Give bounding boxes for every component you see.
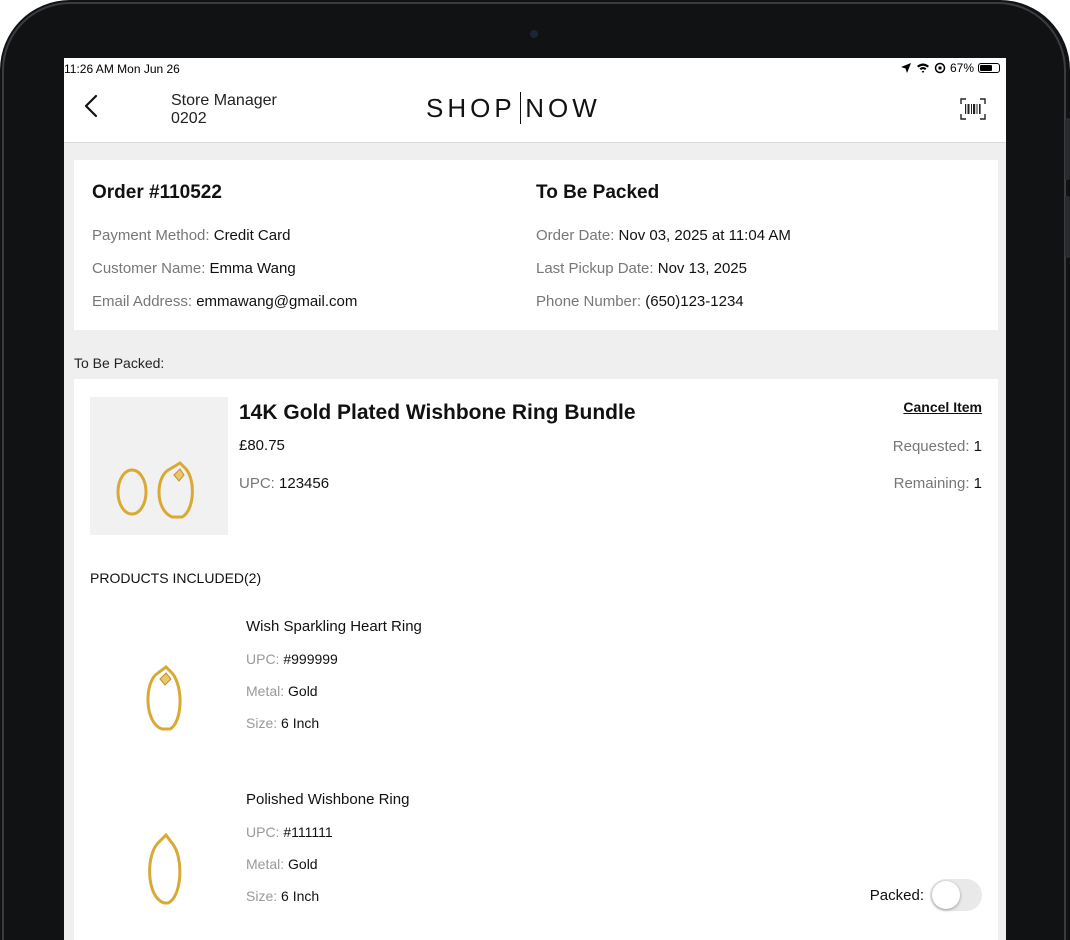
- volume-up-button: [1065, 118, 1070, 180]
- bundle-price: £80.75: [239, 437, 285, 454]
- heart-ring-image: [146, 665, 182, 731]
- device-frame: 11:26 AM Mon Jun 26 67% Store Manager 02…: [0, 0, 1070, 940]
- product-name: Wish Sparkling Heart Ring: [246, 618, 422, 635]
- product-size: Size: 6 Inch: [246, 888, 320, 904]
- app-screen: 11:26 AM Mon Jun 26 67% Store Manager 02…: [64, 58, 1006, 940]
- packed-label: Packed:: [869, 887, 924, 904]
- wifi-icon: [916, 63, 929, 73]
- shopnow-logo: SHOP NOW: [426, 92, 601, 124]
- product-metal: Metal: Gold: [246, 856, 318, 872]
- phone-number: Phone Number: (650)123-1234: [536, 293, 744, 310]
- payment-method: Payment Method: Credit Card: [92, 227, 291, 244]
- order-summary-card: Order #110522 To Be Packed Payment Metho…: [74, 160, 998, 330]
- barcode-scanner-icon[interactable]: [960, 98, 986, 120]
- battery-icon: [978, 63, 1000, 73]
- customer-name: Customer Name: Emma Wang: [92, 260, 296, 277]
- toggle-knob: [932, 881, 960, 909]
- product-metal: Metal: Gold: [246, 683, 318, 699]
- logo-left: SHOP: [426, 92, 516, 123]
- to-be-packed-label: To Be Packed:: [74, 355, 165, 371]
- order-number: Order #110522: [92, 182, 222, 203]
- front-camera: [530, 30, 538, 38]
- bundle-upc: UPC: 123456: [239, 475, 330, 492]
- product-upc: UPC: #999999: [246, 651, 338, 667]
- status-icons: 67%: [900, 61, 1000, 75]
- products-included-label: PRODUCTS INCLUDED(2): [90, 570, 262, 586]
- wishbone-ring-image: [148, 832, 182, 905]
- item-card: 14K Gold Plated Wishbone Ring Bundle £80…: [74, 379, 998, 940]
- logo-divider: [519, 92, 522, 124]
- product-name: Polished Wishbone Ring: [246, 791, 410, 808]
- status-time: 11:26 AM Mon Jun 26: [64, 62, 180, 76]
- manager-title: Store Manager: [171, 92, 277, 109]
- location-icon: [900, 63, 911, 73]
- bundle-image: [90, 397, 228, 535]
- order-date: Order Date: Nov 03, 2025 at 11:04 AM: [536, 227, 791, 244]
- orientation-lock-icon: [934, 62, 946, 74]
- store-manager-label: Store Manager 0202: [171, 92, 277, 128]
- order-status: To Be Packed: [536, 182, 660, 203]
- product-size: Size: 6 Inch: [246, 715, 320, 731]
- battery-percent: 67%: [949, 61, 974, 75]
- nav-bar: Store Manager 0202 SHOP NOW: [64, 80, 1006, 143]
- status-bar: 11:26 AM Mon Jun 26 67%: [64, 58, 1006, 80]
- bundle-title: 14K Gold Plated Wishbone Ring Bundle: [239, 401, 636, 424]
- product-upc: UPC: #111111: [246, 824, 333, 840]
- last-pickup-date: Last Pickup Date: Nov 13, 2025: [536, 260, 747, 277]
- requested-count: Requested: 1: [892, 438, 982, 455]
- cancel-item-button[interactable]: Cancel Item: [903, 399, 982, 415]
- logo-right: NOW: [525, 92, 601, 123]
- manager-id: 0202: [171, 110, 207, 127]
- email-address: Email Address: emmawang@gmail.com: [92, 293, 358, 310]
- packed-toggle[interactable]: [930, 879, 982, 911]
- remaining-count: Remaining: 1: [893, 475, 982, 492]
- back-chevron-icon[interactable]: [84, 94, 98, 118]
- volume-down-button: [1065, 196, 1070, 258]
